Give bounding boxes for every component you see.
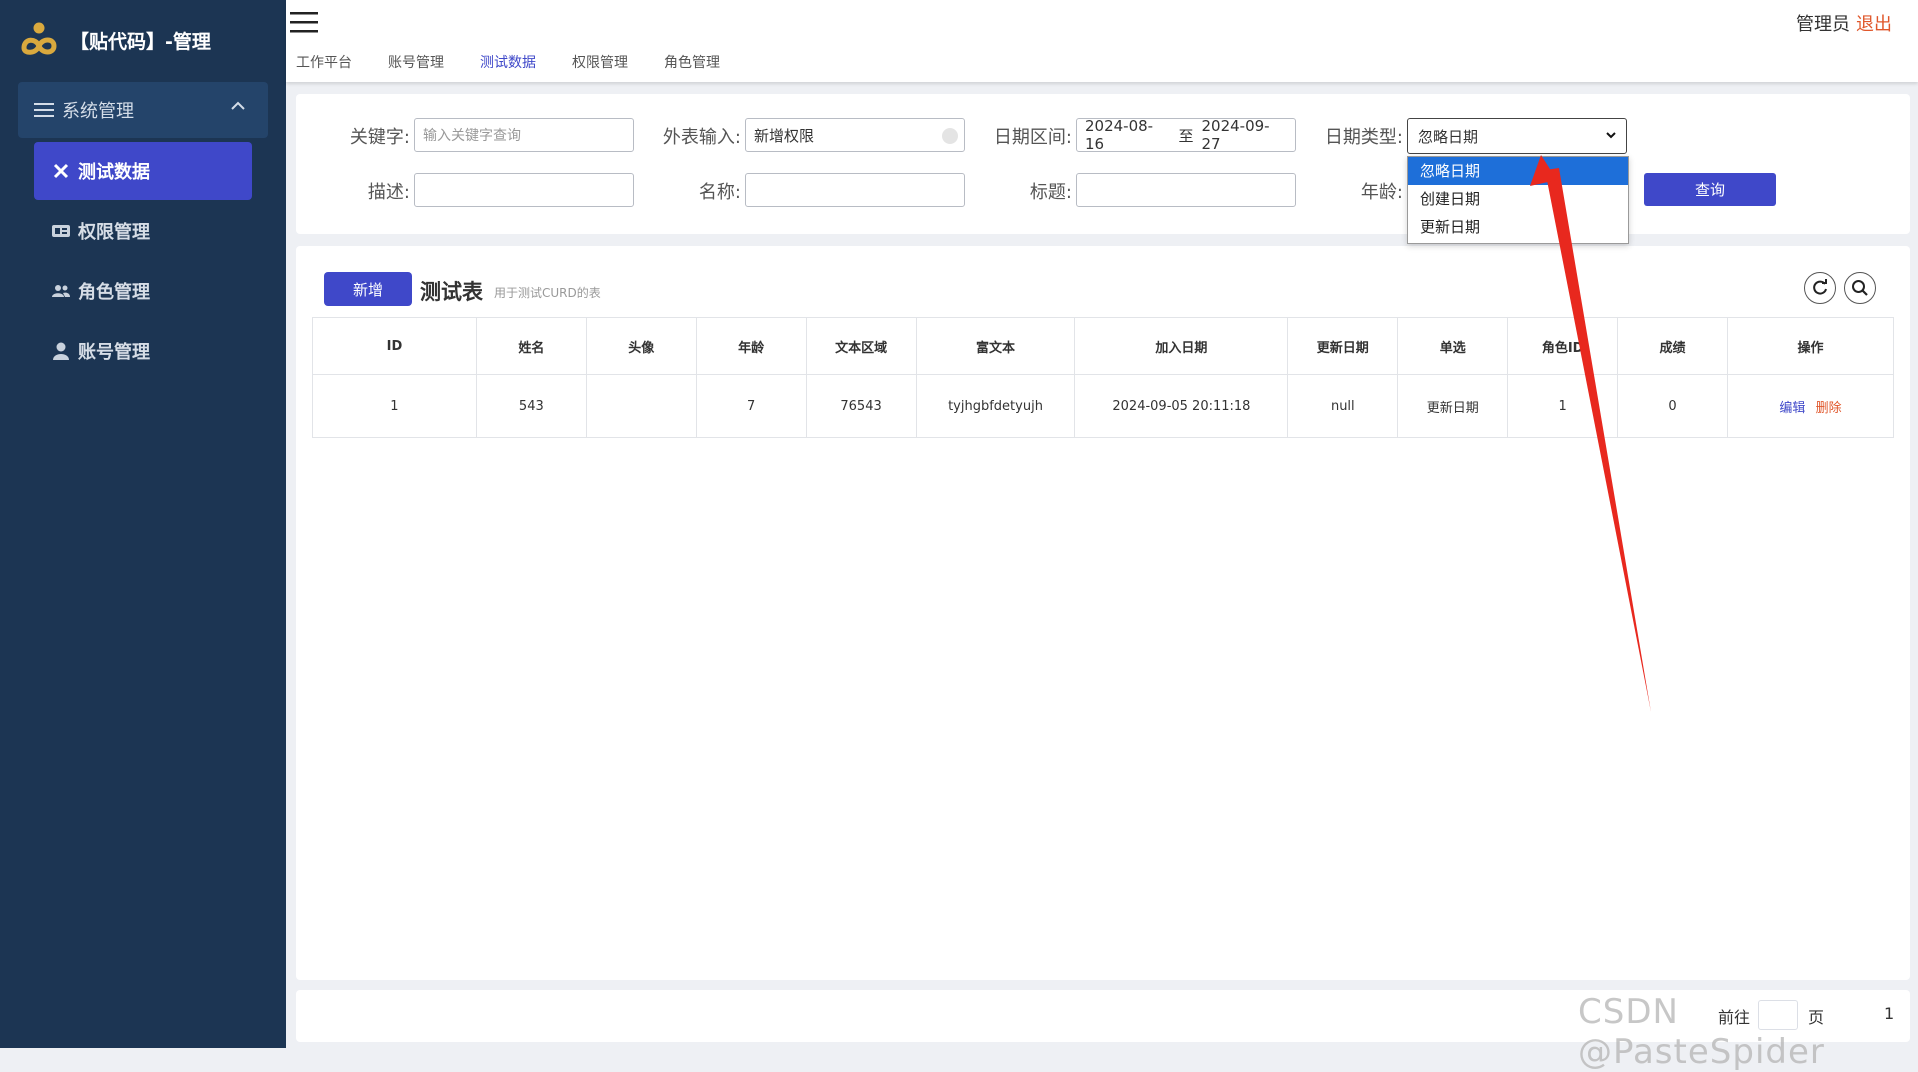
column-header[interactable]: 富文本 xyxy=(915,317,1076,375)
sidebar-group-system[interactable]: 系统管理 xyxy=(18,82,268,138)
title-input[interactable] xyxy=(1076,173,1296,207)
table-title: 测试表 xyxy=(420,280,483,304)
search-toggle-button[interactable] xyxy=(1844,272,1876,304)
search-icon xyxy=(1852,280,1868,296)
column-header[interactable]: 加入日期 xyxy=(1074,317,1289,375)
current-user: 管理员 xyxy=(1796,14,1850,35)
menu-list-icon xyxy=(34,103,54,117)
desc-label: 描述: xyxy=(367,182,410,203)
keyword-label: 关键字: xyxy=(349,127,410,148)
cell-actions: 编辑 删除 xyxy=(1727,374,1894,438)
sidebar: 【贴代码】-管理 系统管理 测试数据 权限管理 角色管理 账号管理 xyxy=(0,0,286,1048)
date-range-label: 日期区间: xyxy=(993,127,1072,148)
users-icon xyxy=(50,280,72,302)
column-header[interactable]: 更新日期 xyxy=(1287,317,1399,375)
watermark: CSDN @PasteSpider xyxy=(1578,992,1825,1072)
tab-permissions[interactable]: 权限管理 xyxy=(572,52,628,72)
table-subtitle: 用于测试CURD的表 xyxy=(494,286,601,300)
cell-richtext: tyjhgbfdetyujh xyxy=(915,374,1076,438)
keyword-input[interactable]: 输入关键字查询 xyxy=(414,118,634,152)
column-header[interactable]: 头像 xyxy=(585,317,697,375)
hamburger-menu-icon[interactable] xyxy=(290,10,320,36)
cell-age: 7 xyxy=(695,374,807,438)
date-range-picker[interactable]: 2024-08-16 至 2024-09-27 xyxy=(1076,117,1296,153)
title-label: 标题: xyxy=(1029,182,1072,203)
close-icon xyxy=(50,160,72,182)
foreign-input-label: 外表输入: xyxy=(662,127,741,148)
dropdown-option[interactable]: 创建日期 xyxy=(1408,185,1628,213)
user-icon xyxy=(50,340,72,362)
age-label: 年龄: xyxy=(1360,182,1403,203)
add-button[interactable]: 新增 xyxy=(324,272,412,306)
date-type-selected: 忽略日期 xyxy=(1418,127,1479,146)
id-card-icon xyxy=(50,220,72,242)
sidebar-item-label: 权限管理 xyxy=(78,222,150,243)
delete-link[interactable]: 删除 xyxy=(1816,401,1842,416)
cell-score: 0 xyxy=(1617,374,1728,438)
sidebar-item-permissions[interactable]: 权限管理 xyxy=(34,202,252,260)
search-panel xyxy=(296,94,1910,234)
date-type-select[interactable]: 忽略日期 xyxy=(1407,118,1627,154)
sidebar-item-label: 账号管理 xyxy=(78,342,150,363)
query-button[interactable]: 查询 xyxy=(1644,173,1776,206)
cell-name: 543 xyxy=(475,374,587,438)
cell-role-id: 1 xyxy=(1507,374,1619,438)
dropdown-option[interactable]: 忽略日期 xyxy=(1408,157,1628,185)
tab-test-data[interactable]: 测试数据 xyxy=(480,52,536,72)
table-panel: 新增 测试表 用于测试CURD的表 ID 姓名 头像 年龄 文本区域 富文本 加… xyxy=(296,246,1910,980)
name-input[interactable] xyxy=(745,173,965,207)
date-start: 2024-08-16 xyxy=(1085,117,1154,153)
cell-textarea: 76543 xyxy=(805,374,917,438)
tab-accounts[interactable]: 账号管理 xyxy=(388,52,444,72)
data-table: ID 姓名 头像 年龄 文本区域 富文本 加入日期 更新日期 单选 角色ID 成… xyxy=(312,317,1894,438)
cell-id: 1 xyxy=(312,374,477,438)
nav-tabs: 工作平台 账号管理 测试数据 权限管理 角色管理 xyxy=(296,52,756,72)
sidebar-item-label: 测试数据 xyxy=(78,162,150,183)
sidebar-item-accounts[interactable]: 账号管理 xyxy=(34,322,252,380)
edit-link[interactable]: 编辑 xyxy=(1779,401,1805,416)
date-end: 2024-09-27 xyxy=(1201,117,1270,153)
desc-input[interactable] xyxy=(414,173,634,207)
tab-roles[interactable]: 角色管理 xyxy=(664,52,720,72)
app-title: 【贴代码】-管理 xyxy=(70,30,211,53)
column-header[interactable]: 姓名 xyxy=(475,317,587,375)
clear-icon[interactable] xyxy=(942,128,958,144)
foreign-input-value: 新增权限 xyxy=(754,126,815,145)
brand: 【贴代码】-管理 xyxy=(16,18,211,62)
refresh-icon xyxy=(1813,279,1827,295)
date-type-label: 日期类型: xyxy=(1324,127,1403,148)
cell-avatar xyxy=(585,374,697,438)
logout-link[interactable]: 退出 xyxy=(1856,10,1892,36)
chevron-down-icon xyxy=(1606,132,1616,139)
dropdown-option[interactable]: 更新日期 xyxy=(1408,213,1628,241)
cell-radio: 更新日期 xyxy=(1397,374,1509,438)
column-header[interactable]: 单选 xyxy=(1397,317,1509,375)
cell-update-date: null xyxy=(1287,374,1399,438)
column-header[interactable]: 成绩 xyxy=(1617,317,1728,375)
cell-join-date: 2024-09-05 20:11:18 xyxy=(1074,374,1289,438)
sidebar-group-label: 系统管理 xyxy=(62,101,134,122)
foreign-input[interactable]: 新增权限 xyxy=(745,118,965,152)
name-label: 名称: xyxy=(698,182,741,203)
table-row[interactable]: 1 543 7 76543 tyjhgbfdetyujh 2024-09-05 … xyxy=(312,374,1894,438)
column-header[interactable]: 年龄 xyxy=(695,317,807,375)
column-header: 操作 xyxy=(1727,317,1894,375)
tab-workbench[interactable]: 工作平台 xyxy=(296,52,352,72)
table-header-row: ID 姓名 头像 年龄 文本区域 富文本 加入日期 更新日期 单选 角色ID 成… xyxy=(312,317,1894,375)
sidebar-item-label: 角色管理 xyxy=(78,282,150,303)
chevron-up-icon xyxy=(231,101,245,110)
column-header[interactable]: 文本区域 xyxy=(805,317,917,375)
logo-icon xyxy=(21,22,57,55)
date-type-dropdown: 忽略日期 创建日期 更新日期 xyxy=(1407,156,1629,244)
top-header: 管理员 退出 工作平台 账号管理 测试数据 权限管理 角色管理 xyxy=(286,0,1918,82)
date-separator: 至 xyxy=(1178,126,1194,145)
column-header[interactable]: 角色ID xyxy=(1507,317,1619,375)
column-header[interactable]: ID xyxy=(312,317,477,375)
sidebar-item-test-data[interactable]: 测试数据 xyxy=(34,142,252,200)
sidebar-item-roles[interactable]: 角色管理 xyxy=(34,262,252,320)
refresh-button[interactable] xyxy=(1804,272,1836,304)
